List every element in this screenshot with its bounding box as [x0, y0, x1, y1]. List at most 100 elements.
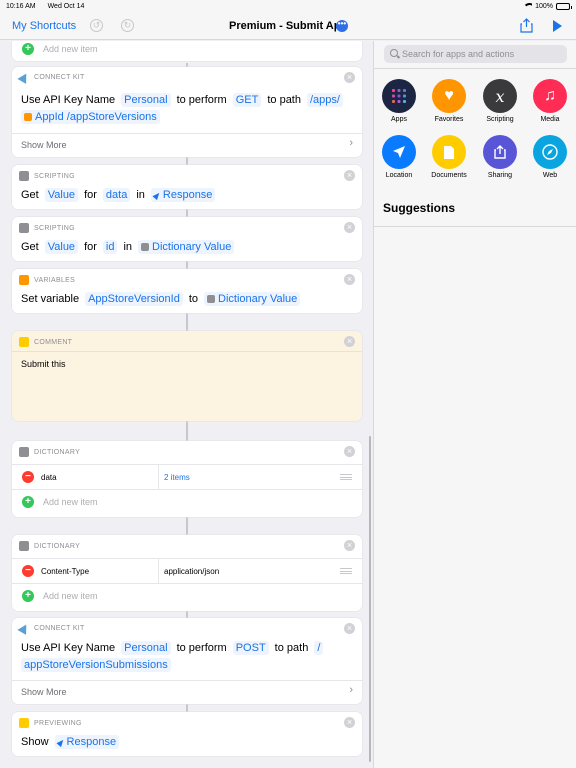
remove-action-button[interactable]: × [344, 274, 355, 285]
dictionary-value[interactable]: application/json [164, 567, 219, 576]
path-variable-label: AppId /appStoreVersions [35, 111, 157, 123]
heart-icon: ♥ [432, 79, 466, 113]
scripting-icon [19, 171, 29, 181]
search-placeholder: Search for apps and actions [402, 49, 515, 59]
action-category-label: COMMENT [34, 338, 73, 346]
connect-kit-get-action[interactable]: CONNECT KIT × Use API Key Name Personal … [12, 67, 362, 157]
dictionary-value[interactable]: 2 items [164, 473, 190, 482]
redo-icon[interactable]: ↻ [121, 19, 134, 32]
action-text: to path [274, 642, 309, 654]
more-options-button[interactable]: ••• [336, 20, 348, 32]
document-icon [432, 135, 466, 169]
get-value-data-action[interactable]: SCRIPTING × Get Value for data in Respon… [12, 165, 362, 209]
value-token[interactable]: Value [44, 240, 79, 254]
scroll-indicator[interactable] [369, 436, 371, 762]
remove-action-button[interactable]: × [344, 717, 355, 728]
action-header: SCRIPTING [19, 223, 75, 233]
method-token[interactable]: POST [232, 641, 269, 655]
show-more-button[interactable]: Show More [21, 140, 67, 150]
add-item-icon[interactable]: + [22, 590, 34, 602]
search-field[interactable]: Search for apps and actions [384, 45, 567, 63]
add-new-item-button[interactable]: Add new item [43, 44, 98, 54]
dictionary-row: − data 2 items [12, 465, 362, 489]
set-variable-action[interactable]: VARIABLES × Set variable AppStoreVersion… [12, 269, 362, 313]
connect-kit-icon [152, 190, 162, 200]
action-text: to path [267, 94, 301, 106]
dictionary-value-token[interactable]: Dictionary Value [138, 240, 235, 254]
divider [374, 68, 576, 69]
action-text: Get [21, 241, 39, 253]
category-apps[interactable]: Apps [374, 79, 424, 123]
category-web[interactable]: Web [525, 135, 575, 179]
remove-action-button[interactable]: × [344, 446, 355, 457]
path-variable-token[interactable]: AppId /appStoreVersions [21, 110, 160, 124]
api-key-token[interactable]: Personal [121, 641, 171, 655]
chevron-right-icon[interactable]: › [349, 684, 353, 696]
api-key-token[interactable]: Personal [121, 93, 171, 107]
path-token[interactable]: / [314, 641, 324, 655]
path-token[interactable]: appStoreVersionSubmissions [21, 658, 171, 672]
connect-kit-post-action[interactable]: CONNECT KIT × Use API Key Name Personal … [12, 618, 362, 704]
connect-kit-icon [17, 71, 31, 84]
dictionary-action[interactable]: DICTIONARY × − data 2 items + Add new it… [12, 441, 362, 517]
response-token[interactable]: Response [54, 735, 120, 749]
comment-text[interactable]: Submit this [21, 359, 66, 369]
reorder-handle-icon[interactable] [340, 568, 352, 574]
action-text: Show [21, 736, 49, 748]
key-token[interactable]: data [102, 188, 131, 202]
action-params-line: Get Value for data in Response [21, 188, 221, 202]
scripting-icon [141, 243, 150, 251]
category-media[interactable]: ♫ Media [525, 79, 575, 123]
add-item-icon[interactable]: + [22, 496, 34, 508]
action-text: to [188, 293, 199, 305]
add-new-item-button[interactable]: Add new item [43, 591, 98, 601]
category-location[interactable]: Location [374, 135, 424, 179]
status-time: 10:16 AM [6, 2, 36, 10]
dictionary-key[interactable]: data [41, 473, 57, 482]
action-params-line-2: appStoreVersionSubmissions [21, 658, 177, 672]
remove-action-button[interactable]: × [344, 170, 355, 181]
my-shortcuts-back-button[interactable]: My Shortcuts [12, 20, 76, 32]
action-category-label: VARIABLES [34, 276, 76, 284]
category-favorites[interactable]: ♥ Favorites [424, 79, 474, 123]
variable-name-token[interactable]: AppStoreVersionId [85, 292, 183, 306]
action-header: DICTIONARY [19, 447, 80, 457]
category-sharing[interactable]: Sharing [475, 135, 525, 179]
battery-icon [556, 2, 572, 10]
method-token[interactable]: GET [232, 93, 262, 107]
category-scripting[interactable]: x Scripting [475, 79, 525, 123]
dictionary-value-token[interactable]: Dictionary Value [204, 292, 301, 306]
chevron-right-icon[interactable]: › [349, 137, 353, 149]
path-token[interactable]: /apps/ [306, 93, 343, 107]
get-value-id-action[interactable]: SCRIPTING × Get Value for id in Dictiona… [12, 217, 362, 261]
apps-icon [382, 79, 416, 113]
show-more-button[interactable]: Show More [21, 687, 67, 697]
remove-action-button[interactable]: × [344, 222, 355, 233]
token-label: Response [66, 736, 117, 748]
variable-icon [24, 113, 32, 121]
comment-action[interactable]: COMMENT × Submit this [12, 331, 362, 421]
remove-item-icon[interactable]: − [22, 471, 34, 483]
show-result-action[interactable]: PREVIEWING × Show Response [12, 712, 362, 756]
dictionary-headers-action[interactable]: DICTIONARY × − Content-Type application/… [12, 535, 362, 611]
share-icon [483, 135, 517, 169]
remove-action-button[interactable]: × [344, 623, 355, 634]
remove-action-button[interactable]: × [344, 72, 355, 83]
remove-item-icon[interactable]: − [22, 565, 34, 577]
category-documents[interactable]: Documents [424, 135, 474, 179]
remove-action-button[interactable]: × [344, 336, 355, 347]
dictionary-key[interactable]: Content-Type [41, 567, 89, 576]
shortcut-editor[interactable]: + Add new item CONNECT KIT × Use API Key… [0, 41, 372, 768]
action-category-label: DICTIONARY [34, 448, 81, 456]
add-item-icon[interactable]: + [22, 43, 34, 55]
remove-action-button[interactable]: × [344, 540, 355, 551]
value-token[interactable]: Value [44, 188, 79, 202]
share-icon[interactable] [520, 18, 533, 33]
add-new-item-button[interactable]: Add new item [43, 497, 98, 507]
response-token[interactable]: Response [150, 188, 216, 202]
run-play-icon[interactable] [553, 20, 562, 32]
compass-icon [533, 135, 567, 169]
undo-icon[interactable]: ↺ [90, 19, 103, 32]
reorder-handle-icon[interactable] [340, 474, 352, 480]
key-token[interactable]: id [102, 240, 118, 254]
